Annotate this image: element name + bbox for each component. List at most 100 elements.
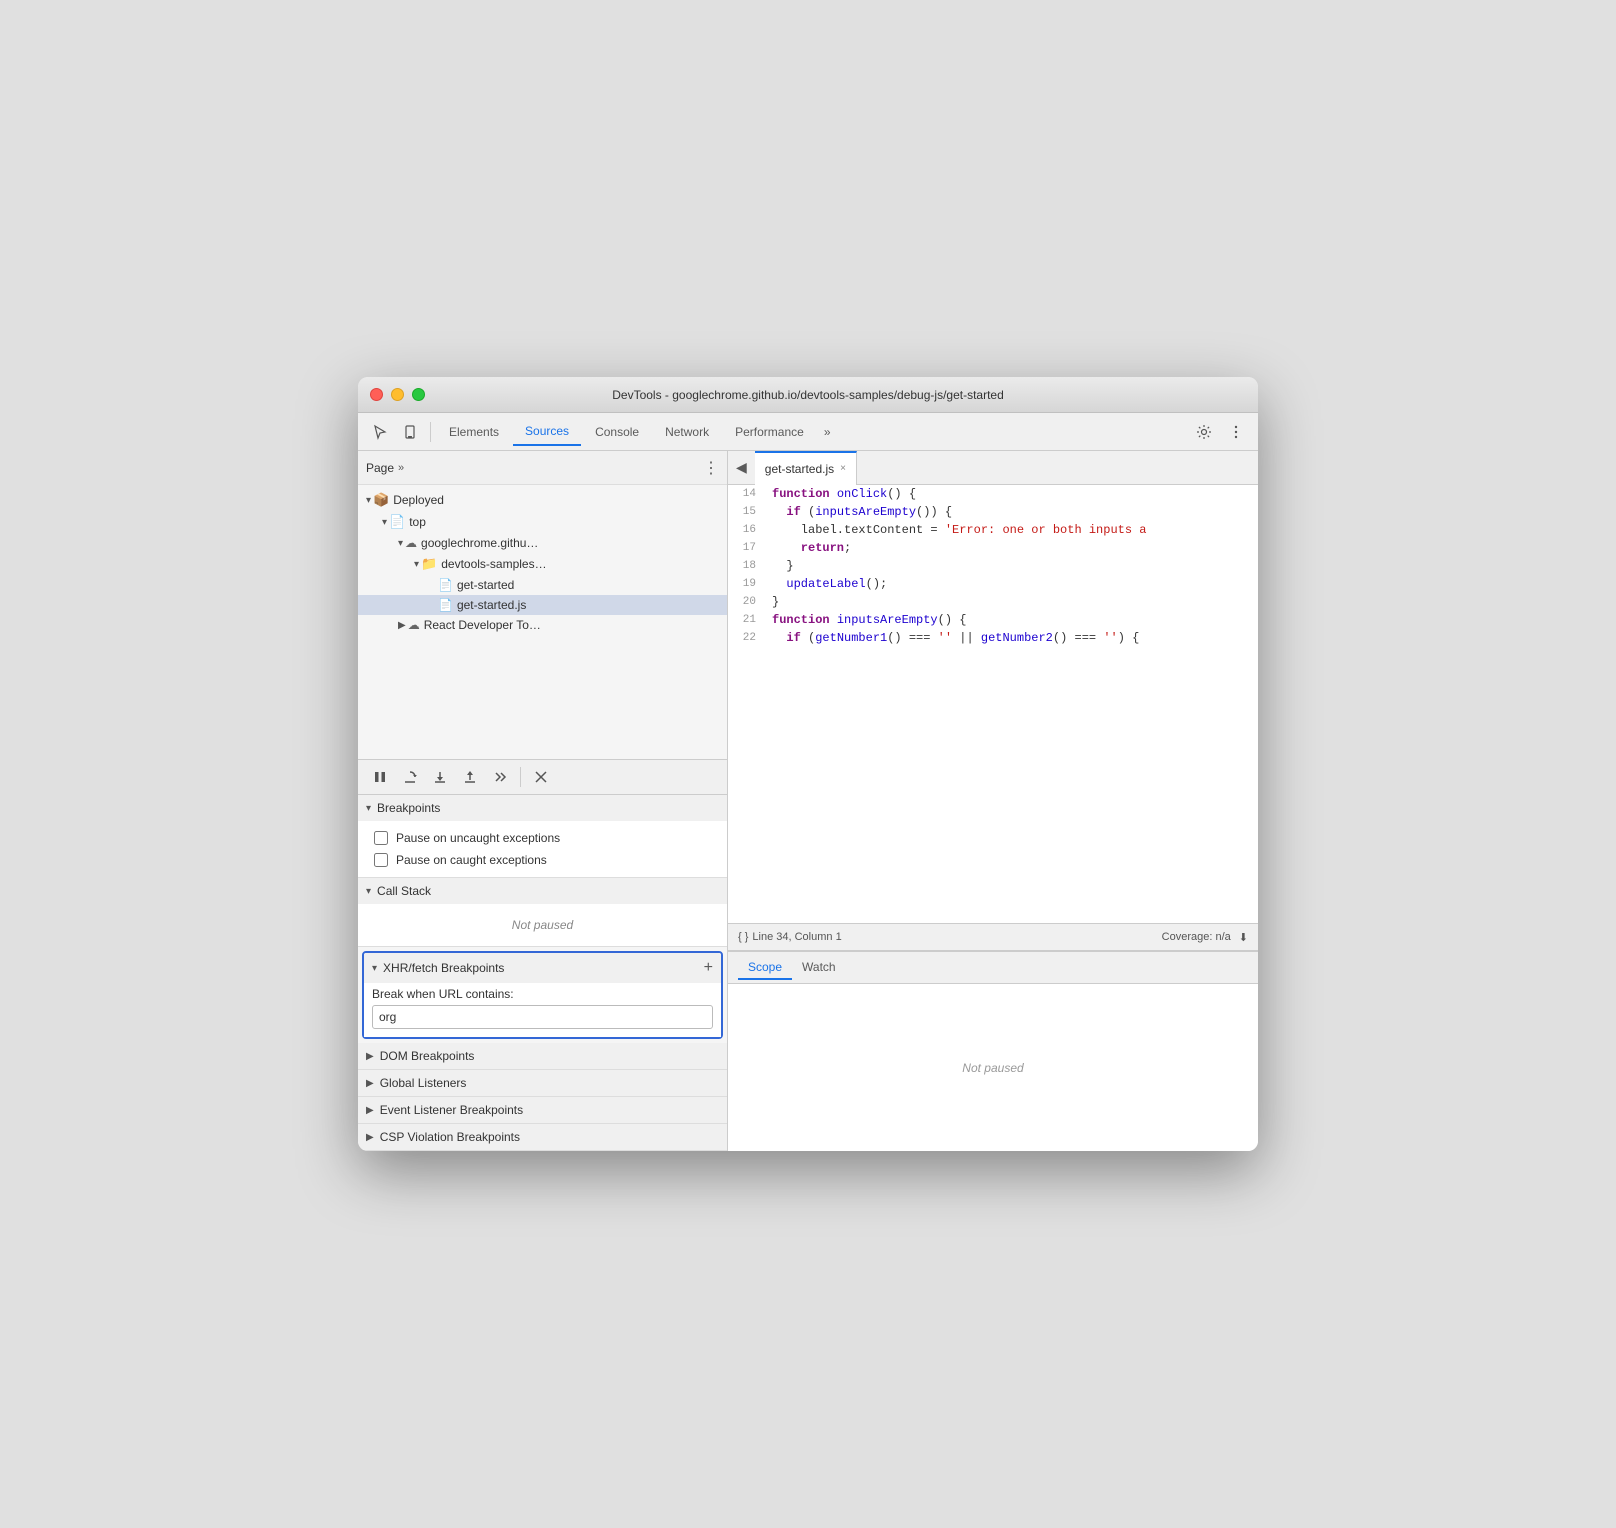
breakpoints-section: ▾ Breakpoints Pause on uncaught exceptio… (358, 795, 727, 878)
code-area: 14 function onClick() { 15 if (inputsAre… (728, 485, 1258, 923)
event-listener-section: ▶ Event Listener Breakpoints (358, 1097, 727, 1124)
cursor-icon[interactable] (366, 418, 394, 446)
cursor-icon-status: { } (738, 931, 748, 943)
call-stack-header[interactable]: ▾ Call Stack (358, 878, 727, 904)
tree-item-get-started[interactable]: 📄 get-started (358, 575, 727, 595)
tab-bar-right (1190, 418, 1250, 446)
react-icon: ☁ (408, 618, 420, 632)
coverage-icon[interactable]: ⬇ (1239, 931, 1248, 944)
tab-watch[interactable]: Watch (792, 956, 846, 980)
tree-label-devtools: devtools-samples… (441, 557, 546, 571)
file-back-icon[interactable]: ◀ (736, 459, 747, 476)
file-tabs: ◀ get-started.js × (728, 451, 1258, 485)
pause-caught-checkbox[interactable] (374, 853, 388, 867)
status-bar: { } Line 34, Column 1 Coverage: n/a ⬇ (728, 923, 1258, 951)
code-content-16: label.textContent = 'Error: one or both … (764, 521, 1258, 539)
global-listeners-header[interactable]: ▶ Global Listeners (358, 1070, 727, 1096)
code-content-18: } (764, 557, 1258, 575)
pause-caught-row: Pause on caught exceptions (374, 849, 711, 871)
deactivate-button[interactable] (527, 763, 555, 791)
xhr-arrow: ▾ (372, 963, 377, 974)
tab-elements[interactable]: Elements (437, 419, 511, 445)
breakpoints-title: Breakpoints (377, 801, 440, 815)
step-into-button[interactable] (426, 763, 454, 791)
global-listeners-title: Global Listeners (380, 1076, 467, 1090)
page-more-button[interactable]: » (398, 462, 404, 474)
file-tab-close-button[interactable]: × (840, 463, 846, 474)
pause-button[interactable] (366, 763, 394, 791)
maximize-button[interactable] (412, 388, 425, 401)
scope-watch-panel: Scope Watch Not paused (728, 951, 1258, 1151)
tree-label-react: React Developer To… (424, 618, 541, 632)
xhr-section-header[interactable]: ▾ XHR/fetch Breakpoints + (364, 953, 721, 983)
device-icon[interactable] (396, 418, 424, 446)
file-tab-get-started-js[interactable]: get-started.js × (755, 451, 857, 485)
right-panel: ◀ get-started.js × 14 function onClick()… (728, 451, 1258, 1151)
file-tab-name: get-started.js (765, 462, 834, 476)
call-stack-content: Not paused (358, 904, 727, 946)
call-stack-title: Call Stack (377, 884, 431, 898)
tab-scope[interactable]: Scope (738, 956, 792, 980)
csp-section: ▶ CSP Violation Breakpoints (358, 1124, 727, 1151)
toolbar-separator (520, 767, 521, 787)
tab-sources[interactable]: Sources (513, 418, 581, 446)
breakpoints-header[interactable]: ▾ Breakpoints (358, 795, 727, 821)
menu-dots-icon[interactable] (1222, 418, 1250, 446)
code-content-21: function inputsAreEmpty() { (764, 611, 1258, 629)
get-started-icon: 📄 (438, 578, 453, 592)
tree-item-deployed[interactable]: ▾ 📦 Deployed (358, 489, 727, 511)
scope-watch-inner: Scope Watch Not paused (728, 952, 1258, 1151)
code-line-18: 18 } (728, 557, 1258, 575)
dom-breakpoints-header[interactable]: ▶ DOM Breakpoints (358, 1043, 727, 1069)
tab-console[interactable]: Console (583, 419, 651, 445)
code-line-22: 22 if (getNumber1() === '' || getNumber2… (728, 629, 1258, 647)
xhr-input-area: Break when URL contains: (364, 983, 721, 1037)
settings-icon[interactable] (1190, 418, 1218, 446)
page-panel-header: Page » ⋮ (358, 451, 727, 485)
event-arrow: ▶ (366, 1105, 374, 1116)
pause-uncaught-label: Pause on uncaught exceptions (396, 831, 560, 845)
tree-item-top[interactable]: ▾ 📄 top (358, 511, 727, 533)
tree-label-get-started-js: get-started.js (457, 598, 526, 612)
tree-label-deployed: Deployed (393, 493, 444, 507)
devtools-window: DevTools - googlechrome.github.io/devtoo… (358, 377, 1258, 1151)
page-dots-button[interactable]: ⋮ (703, 458, 719, 478)
pause-uncaught-checkbox[interactable] (374, 831, 388, 845)
breakpoints-content: Pause on uncaught exceptions Pause on ca… (358, 821, 727, 877)
title-bar: DevTools - googlechrome.github.io/devtoo… (358, 377, 1258, 413)
step-over-button[interactable] (396, 763, 424, 791)
line-num-21: 21 (728, 611, 764, 629)
tab-network[interactable]: Network (653, 419, 721, 445)
tree-item-devtools-samples[interactable]: ▾ 📁 devtools-samples… (358, 553, 727, 575)
more-tabs-button[interactable]: » (818, 421, 837, 443)
close-button[interactable] (370, 388, 383, 401)
line-num-15: 15 (728, 503, 764, 521)
minimize-button[interactable] (391, 388, 404, 401)
event-listener-header[interactable]: ▶ Event Listener Breakpoints (358, 1097, 727, 1123)
dom-breakpoints-section: ▶ DOM Breakpoints (358, 1043, 727, 1070)
code-line-17: 17 return; (728, 539, 1258, 557)
call-stack-section: ▾ Call Stack Not paused (358, 878, 727, 947)
traffic-lights (370, 388, 425, 401)
call-stack-arrow: ▾ (366, 886, 371, 897)
xhr-section: ▾ XHR/fetch Breakpoints + Break when URL… (362, 951, 723, 1039)
tree-label-googlechrome: googlechrome.githu… (421, 536, 538, 550)
tree-item-get-started-js[interactable]: 📄 get-started.js (358, 595, 727, 615)
step-button[interactable] (486, 763, 514, 791)
xhr-url-input[interactable] (372, 1005, 713, 1029)
tree-item-googlechrome[interactable]: ▾ ☁ googlechrome.githu… (358, 533, 727, 553)
event-listener-title: Event Listener Breakpoints (380, 1103, 523, 1117)
csp-title: CSP Violation Breakpoints (380, 1130, 520, 1144)
scope-tabs: Scope Watch (728, 952, 1258, 984)
tree-arrow-googlechrome: ▾ (398, 538, 403, 549)
code-line-20: 20 } (728, 593, 1258, 611)
get-started-js-icon: 📄 (438, 598, 453, 612)
tab-performance[interactable]: Performance (723, 419, 816, 445)
top-icon: 📄 (389, 514, 405, 530)
xhr-add-button[interactable]: + (704, 959, 713, 977)
tree-item-react[interactable]: ▶ ☁ React Developer To… (358, 615, 727, 635)
step-out-button[interactable] (456, 763, 484, 791)
global-arrow: ▶ (366, 1078, 374, 1089)
left-panel: Page » ⋮ ▾ 📦 Deployed ▾ 📄 top (358, 451, 728, 1151)
csp-header[interactable]: ▶ CSP Violation Breakpoints (358, 1124, 727, 1150)
